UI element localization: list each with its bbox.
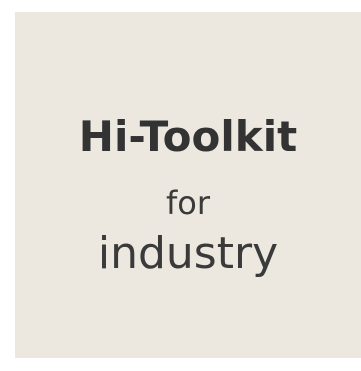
logo-subtitle-for: for xyxy=(166,184,210,222)
page: Hi-Toolkit for industry xyxy=(0,0,361,371)
logo-title: Hi-Toolkit xyxy=(78,112,298,161)
logo-subtitle-industry: industry xyxy=(97,228,279,279)
logo-card: Hi-Toolkit for industry xyxy=(15,12,361,358)
